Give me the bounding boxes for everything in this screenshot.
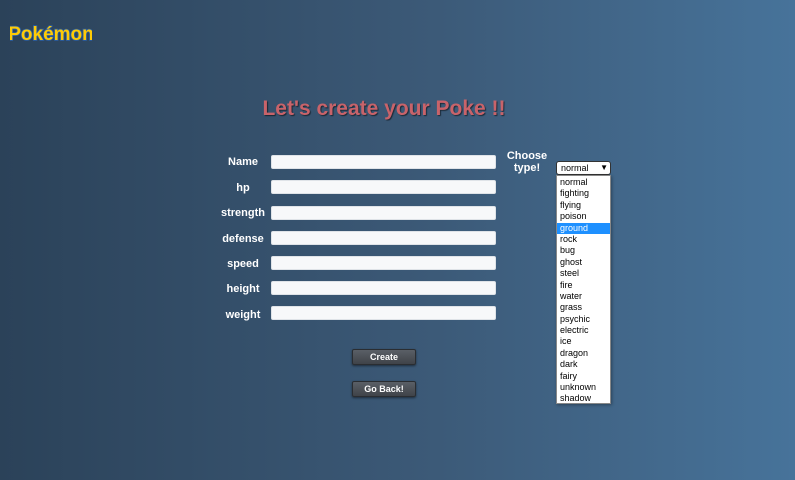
type-option-psychic[interactable]: psychic bbox=[557, 314, 610, 325]
type-option-fighting[interactable]: fighting bbox=[557, 188, 610, 199]
strength-input[interactable] bbox=[271, 206, 496, 220]
type-option-steel[interactable]: steel bbox=[557, 268, 610, 279]
pokemon-logo: Pokémon bbox=[7, 20, 94, 46]
type-option-unknown[interactable]: unknown bbox=[557, 382, 610, 393]
type-option-ground[interactable]: ground bbox=[557, 222, 610, 234]
height-input[interactable] bbox=[271, 281, 496, 295]
type-option-bug[interactable]: bug bbox=[557, 245, 610, 256]
type-option-ice[interactable]: ice bbox=[557, 336, 610, 347]
create-button[interactable]: Create bbox=[352, 349, 416, 365]
pokemon-logo-text: Pokémon bbox=[10, 24, 92, 45]
speed-input[interactable] bbox=[271, 256, 496, 270]
type-option-dragon[interactable]: dragon bbox=[557, 348, 610, 359]
type-option-rock[interactable]: rock bbox=[557, 234, 610, 245]
go-back-button[interactable]: Go Back! bbox=[352, 381, 416, 397]
type-option-poison[interactable]: poison bbox=[557, 211, 610, 222]
type-dropdown-list[interactable]: normal fighting flying poison ground rock bug g… bbox=[556, 175, 611, 404]
type-option-ghost[interactable]: ghost bbox=[557, 257, 610, 268]
type-option-shadow[interactable]: shadow bbox=[557, 393, 610, 404]
type-option-water[interactable]: water bbox=[557, 291, 610, 302]
choose-type-label: Choose type! bbox=[506, 150, 548, 174]
type-select[interactable]: normal ▼ bbox=[556, 161, 611, 175]
weight-input[interactable] bbox=[271, 306, 496, 320]
type-option-dark[interactable]: dark bbox=[557, 359, 610, 370]
type-option-fire[interactable]: fire bbox=[557, 280, 610, 291]
type-option-normal[interactable]: normal bbox=[557, 177, 610, 188]
name-input[interactable] bbox=[271, 155, 496, 169]
type-option-electric[interactable]: electric bbox=[557, 325, 610, 336]
type-option-grass[interactable]: grass bbox=[557, 302, 610, 313]
chevron-down-icon: ▼ bbox=[600, 163, 608, 172]
page-title: Let's create your Poke !! bbox=[262, 97, 506, 120]
defense-input[interactable] bbox=[271, 231, 496, 245]
pokemon-logo-image: Pokémon bbox=[7, 23, 94, 46]
type-option-fairy[interactable]: fairy bbox=[557, 371, 610, 382]
type-select-value: normal bbox=[561, 163, 589, 173]
hp-input[interactable] bbox=[271, 180, 496, 194]
type-option-flying[interactable]: flying bbox=[557, 200, 610, 211]
